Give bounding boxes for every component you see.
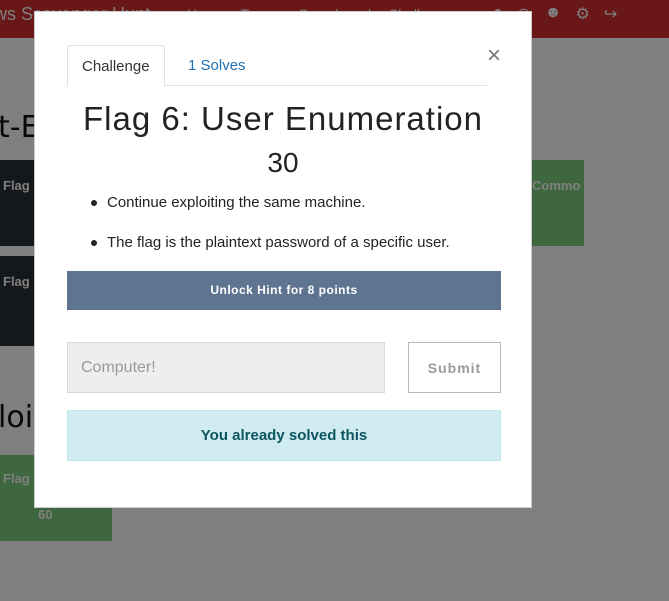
challenge-title: Flag 6: User Enumeration (82, 100, 483, 137)
challenge-description: Continue exploiting the same machine. Th… (91, 194, 517, 274)
close-button[interactable]: × (485, 44, 503, 68)
description-item: Continue exploiting the same machine. (91, 194, 517, 212)
modal-tabs: Challenge 1 Solves (67, 45, 487, 87)
tab-challenge[interactable]: Challenge (67, 45, 165, 87)
submit-button[interactable]: Submit (408, 342, 501, 393)
challenge-modal: Challenge 1 Solves × Flag 6: User Enumer… (34, 11, 532, 508)
description-item: The flag is the plaintext password of a … (91, 234, 517, 252)
unlock-hint-button[interactable]: Unlock Hint for 8 points (67, 271, 501, 310)
solved-alert: You already solved this (67, 410, 501, 461)
challenge-points: 30 (267, 147, 299, 178)
tab-solves[interactable]: 1 Solves (174, 45, 260, 86)
flag-input[interactable] (67, 342, 385, 393)
